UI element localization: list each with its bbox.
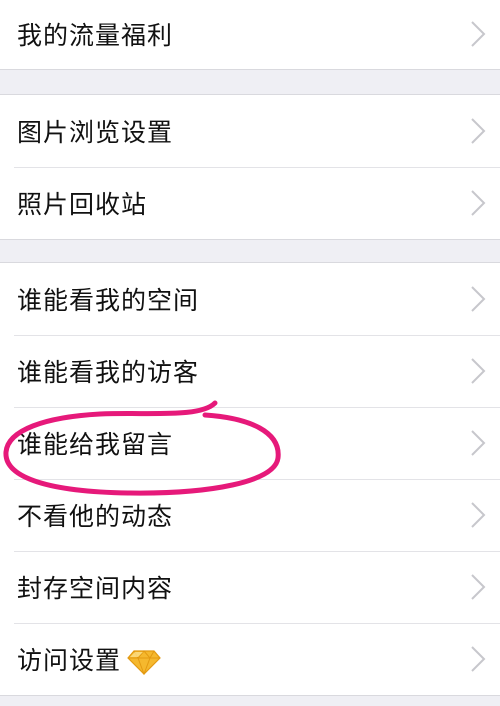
row-photo-recycle-bin[interactable]: 照片回收站 [0, 167, 500, 239]
chevron-right-icon [471, 574, 486, 600]
chevron-right-icon [471, 21, 486, 47]
chevron-right-icon [471, 358, 486, 384]
row-label: 谁能看我的访客 [17, 358, 200, 387]
chevron-right-icon [471, 118, 486, 144]
chevron-right-icon [471, 190, 486, 216]
row-flow-welfare[interactable]: 我的流量福利 [0, 0, 500, 69]
row-label: 图片浏览设置 [17, 118, 174, 147]
row-who-can-see-visitors[interactable]: 谁能看我的访客 [0, 335, 500, 407]
row-archive-space-content[interactable]: 封存空间内容 [0, 551, 500, 623]
diamond-icon [127, 650, 161, 675]
settings-group-2: 图片浏览设置 照片回收站 [0, 94, 500, 240]
row-label: 封存空间内容 [17, 574, 174, 603]
row-access-settings[interactable]: 访问设置 [0, 623, 500, 695]
row-label-with-badge: 访问设置 [17, 641, 161, 677]
row-label: 我的流量福利 [17, 21, 174, 50]
row-who-can-leave-message[interactable]: 谁能给我留言 [0, 407, 500, 479]
row-who-can-see-space[interactable]: 谁能看我的空间 [0, 263, 500, 335]
row-label: 访问设置 [17, 646, 122, 675]
row-label: 照片回收站 [17, 190, 148, 219]
chevron-right-icon [471, 430, 486, 456]
row-photo-browse-settings[interactable]: 图片浏览设置 [0, 95, 500, 167]
row-label: 谁能看我的空间 [17, 286, 200, 315]
chevron-right-icon [471, 502, 486, 528]
settings-group-1: 我的流量福利 [0, 0, 500, 70]
chevron-right-icon [471, 646, 486, 672]
row-label: 不看他的动态 [17, 502, 174, 531]
row-hide-their-feed[interactable]: 不看他的动态 [0, 479, 500, 551]
row-label: 谁能给我留言 [17, 430, 174, 459]
settings-group-3: 谁能看我的空间 谁能看我的访客 谁能给我留言 不看他的动态 封存空间内容 访问设… [0, 262, 500, 696]
chevron-right-icon [471, 286, 486, 312]
